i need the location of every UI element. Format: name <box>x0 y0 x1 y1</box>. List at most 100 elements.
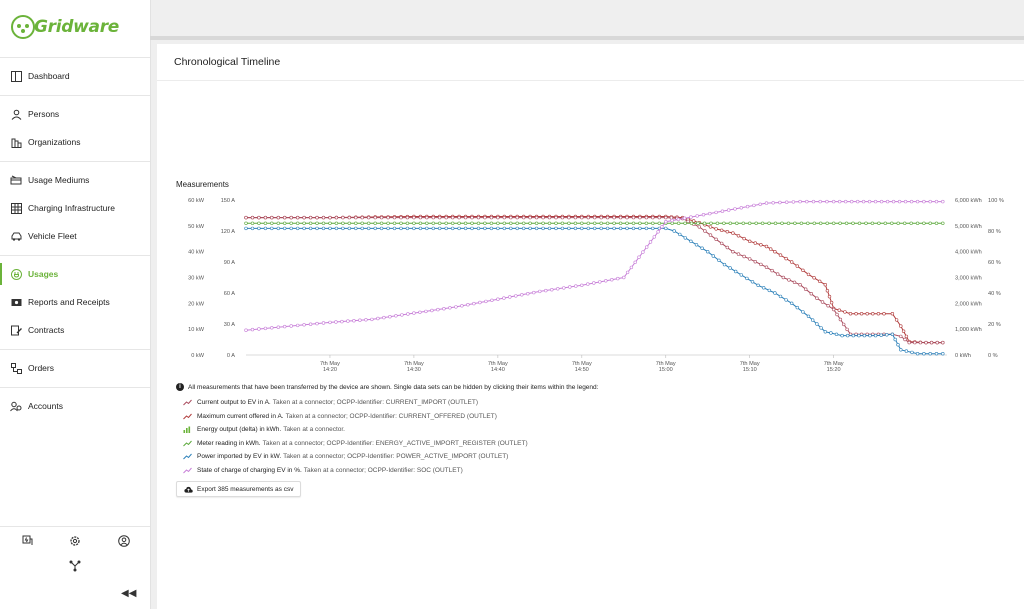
data-point <box>759 262 763 267</box>
data-point <box>733 207 737 211</box>
sidebar-item-organizations[interactable]: Organizations <box>0 129 150 155</box>
data-point <box>373 226 377 231</box>
sidebar-item-label: Contracts <box>28 325 65 335</box>
data-point <box>806 314 811 318</box>
legend-item[interactable]: State of charge of charging EV in %. Take… <box>183 467 463 474</box>
data-point <box>825 221 829 226</box>
data-point <box>778 294 783 299</box>
sidebar-item-usage-mediums[interactable]: Usage Mediums <box>0 167 150 193</box>
data-point <box>848 312 853 316</box>
data-point <box>686 219 690 224</box>
gridware-logo[interactable]: Gridware <box>10 12 150 48</box>
data-point <box>859 312 864 316</box>
data-point <box>708 225 713 229</box>
data-point <box>857 333 861 338</box>
data-point <box>922 352 926 356</box>
data-point <box>812 276 816 280</box>
export-csv-button[interactable]: Export 385 measurements as csv <box>176 481 302 497</box>
data-point <box>586 282 590 286</box>
legend-item[interactable]: Maximum current offered in A. Taken at a … <box>183 413 497 420</box>
sidebar-item-accounts[interactable]: Accounts <box>0 393 150 419</box>
data-point <box>722 262 727 267</box>
data-point <box>883 221 887 226</box>
data-point <box>610 278 614 282</box>
data-point <box>586 215 590 220</box>
data-point <box>315 321 319 326</box>
data-point <box>904 349 909 353</box>
data-point <box>436 307 440 312</box>
data-point <box>567 215 571 220</box>
data-point <box>758 202 762 207</box>
amps-tick-label: 0 A <box>227 353 235 359</box>
data-point <box>709 221 713 226</box>
data-point <box>282 221 287 226</box>
data-point <box>812 221 816 226</box>
sidebar-item-persons[interactable]: Persons <box>0 101 150 127</box>
legend-item[interactable]: Meter reading in kWh. Taken at a connecto… <box>183 440 528 447</box>
data-point <box>735 221 739 226</box>
data-point <box>791 200 796 204</box>
data-point <box>347 215 352 220</box>
data-point <box>612 215 616 220</box>
data-point <box>257 221 261 226</box>
data-point <box>826 304 830 308</box>
data-point <box>849 199 854 204</box>
data-point <box>851 333 855 338</box>
series-line <box>246 217 943 344</box>
data-point <box>778 200 782 205</box>
data-point <box>573 215 578 220</box>
data-point <box>806 272 811 277</box>
charger-icon[interactable] <box>20 534 34 548</box>
data-point <box>741 221 745 226</box>
data-point <box>742 254 746 259</box>
user-circle-icon[interactable] <box>117 534 131 548</box>
sidebar-item-charging-infrastructure[interactable]: Charging Infrastructure <box>0 195 150 221</box>
data-point <box>760 221 765 226</box>
data-point <box>747 221 752 226</box>
data-point <box>934 352 939 356</box>
data-point <box>789 260 794 264</box>
data-point <box>550 288 554 292</box>
sidebar-item-vehicle-fleet[interactable]: Vehicle Fleet <box>0 223 150 249</box>
legend-item[interactable]: Current output to EV in A. Taken at a con… <box>183 399 478 406</box>
data-point <box>672 229 676 233</box>
measurements-chart[interactable]: 0 kW 10 kW 20 kW 30 kW 40 kW 50 kW 60 kW 0 A 30 … <box>157 44 1024 384</box>
line-chart-icon <box>183 453 192 460</box>
sidebar-item-dashboard[interactable]: Dashboard <box>0 63 150 89</box>
data-point <box>941 199 945 204</box>
data-point <box>392 226 397 231</box>
data-point <box>328 320 332 325</box>
data-point <box>360 215 364 220</box>
data-point <box>554 226 558 231</box>
data-point <box>841 322 846 327</box>
receipt-icon <box>10 296 22 308</box>
sidebar-item-contracts[interactable]: Contracts <box>0 317 150 343</box>
data-point <box>864 221 868 226</box>
legend-detail: Taken at a connector; OCPP-Identifier: P… <box>283 453 509 460</box>
data-point <box>784 298 788 302</box>
data-point <box>909 199 914 204</box>
data-point <box>270 226 274 231</box>
legend-label: Current output to EV in A. <box>197 399 271 406</box>
data-point <box>425 221 429 226</box>
data-point <box>941 221 945 226</box>
legend-item[interactable]: Power imported by EV in kW. Taken at a co… <box>183 453 508 460</box>
gear-icon[interactable] <box>68 534 82 548</box>
sidebar-item-orders[interactable]: Orders <box>0 355 150 381</box>
data-point <box>902 221 907 226</box>
data-point <box>825 199 829 204</box>
data-point <box>586 226 590 231</box>
kwh-tick-label: 1,000 kWh <box>955 327 982 333</box>
data-point <box>392 215 397 220</box>
data-point <box>815 296 819 300</box>
sidebar-item-reports-and-receipts[interactable]: Reports and Receipts <box>0 289 150 315</box>
legend-item[interactable]: Energy output (delta) in kWh. Taken at a … <box>183 426 345 433</box>
data-point <box>882 312 886 316</box>
network-icon[interactable] <box>68 559 82 573</box>
collapse-sidebar-button[interactable]: ◀◀ <box>121 588 136 599</box>
data-point <box>843 310 847 314</box>
data-point <box>682 216 687 220</box>
data-point <box>809 292 813 296</box>
sidebar-item-usages[interactable]: Usages <box>0 261 150 287</box>
data-point <box>689 221 694 226</box>
